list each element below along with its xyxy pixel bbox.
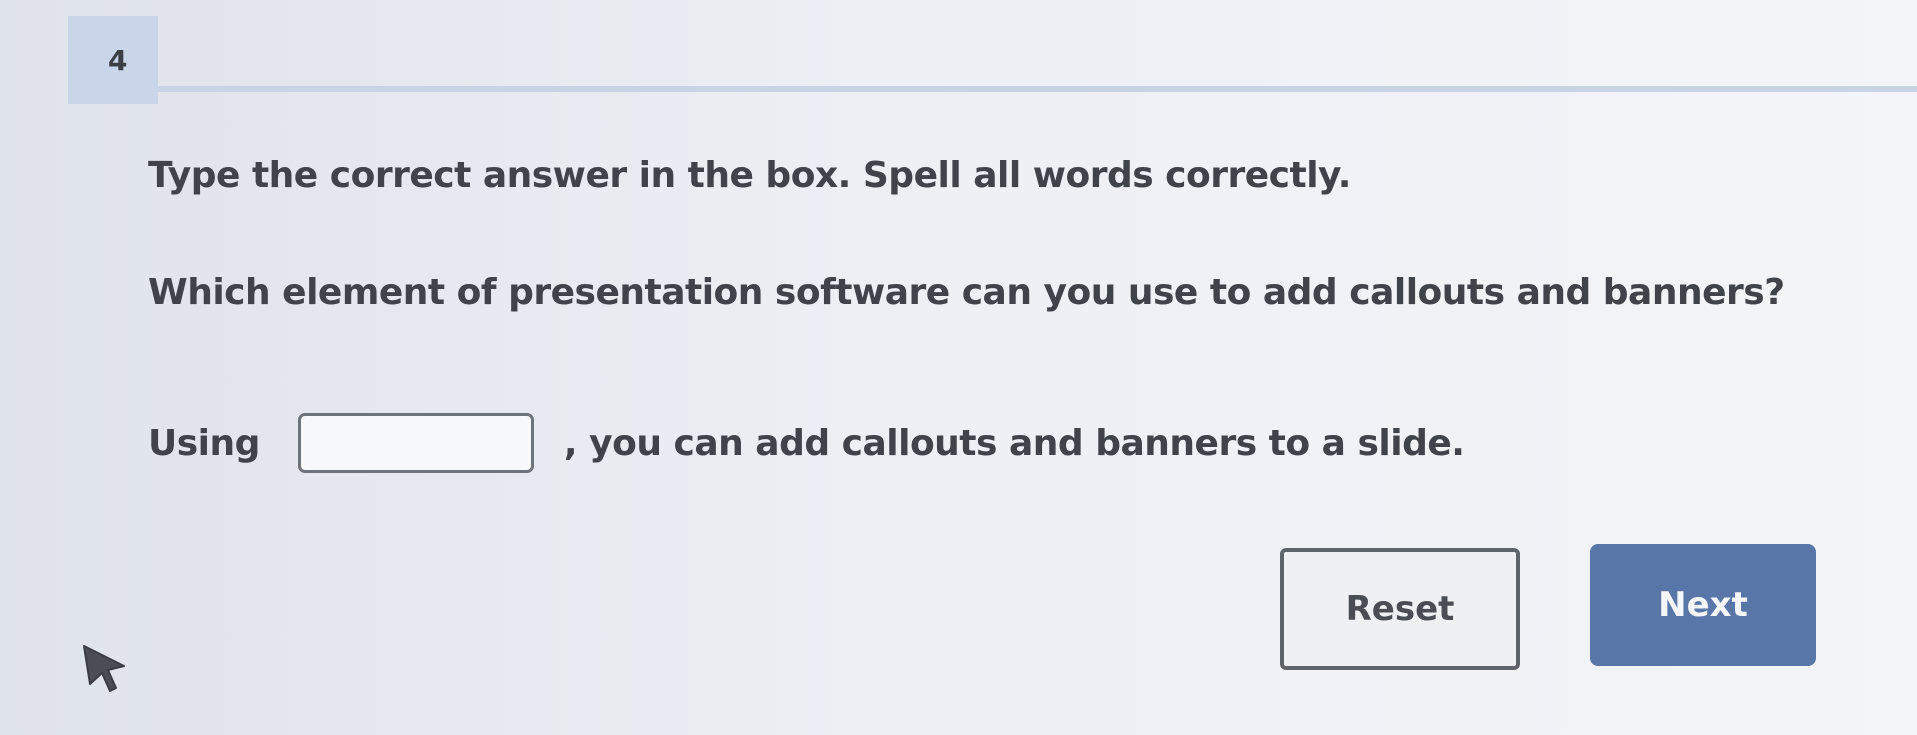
question-prompt: Which element of presentation software c… — [148, 272, 1785, 313]
instruction-text: Type the correct answer in the box. Spel… — [148, 155, 1351, 196]
header-divider — [158, 86, 1917, 92]
answer-sentence: Using , you can add callouts and banners… — [148, 410, 1465, 476]
question-number-badge: 4 — [68, 16, 158, 104]
sentence-before: Using — [148, 422, 260, 464]
sentence-after: , you can add callouts and banners to a … — [563, 422, 1465, 464]
mouse-pointer-icon — [83, 645, 125, 692]
next-button[interactable]: Next — [1590, 544, 1816, 666]
question-number: 4 — [108, 44, 128, 77]
answer-input[interactable] — [297, 413, 534, 473]
reset-button[interactable]: Reset — [1280, 548, 1520, 670]
